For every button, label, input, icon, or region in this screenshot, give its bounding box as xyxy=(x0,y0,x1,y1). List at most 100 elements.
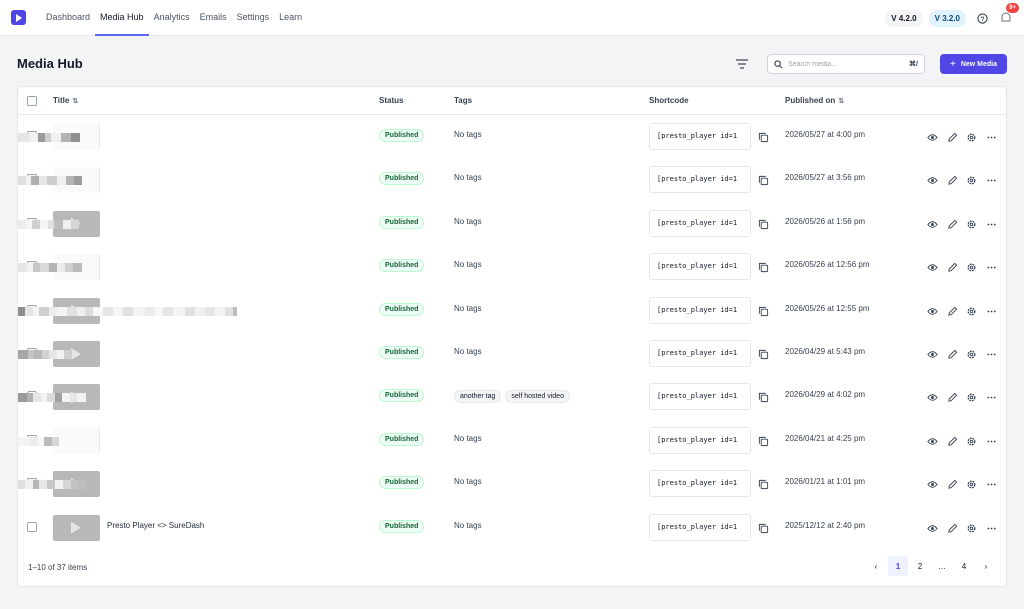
more-icon[interactable] xyxy=(986,305,997,316)
table-row[interactable]: Published No tags [presto_player id=1 2026/… xyxy=(18,115,1006,158)
media-thumbnail[interactable] xyxy=(53,427,100,454)
shortcode-field[interactable]: [presto_player id=1 xyxy=(649,123,751,150)
pencil-icon[interactable] xyxy=(947,522,958,533)
more-icon[interactable] xyxy=(986,435,997,446)
column-title[interactable]: Title ⇅ xyxy=(53,87,78,115)
table-row[interactable]: Published No tags [presto_player id=1 2026/… xyxy=(18,245,1006,288)
shortcode-field[interactable]: [presto_player id=1 xyxy=(649,426,751,454)
eye-icon[interactable] xyxy=(927,478,938,489)
shortcode-field[interactable]: [presto_player id=1 xyxy=(649,253,751,281)
pencil-icon[interactable] xyxy=(947,435,958,446)
pencil-icon[interactable] xyxy=(947,391,958,403)
more-icon[interactable] xyxy=(986,478,997,489)
media-title-redacted[interactable] xyxy=(18,306,237,316)
media-title-redacted[interactable] xyxy=(18,176,82,186)
shortcode-field[interactable]: [presto_player id=1 xyxy=(649,209,751,237)
media-title-redacted[interactable] xyxy=(18,436,59,446)
next-page-icon[interactable]: › xyxy=(976,556,996,576)
copy-icon[interactable] xyxy=(758,174,769,186)
more-icon[interactable] xyxy=(986,261,997,272)
eye-icon[interactable] xyxy=(927,174,938,185)
pencil-icon[interactable] xyxy=(947,218,958,229)
nav-media-hub[interactable]: Media Hub xyxy=(95,0,149,36)
eye-icon[interactable] xyxy=(927,522,938,533)
filter-icon[interactable] xyxy=(735,58,749,70)
media-title-redacted[interactable] xyxy=(18,393,86,403)
copy-icon[interactable] xyxy=(758,478,769,490)
gear-icon[interactable] xyxy=(966,478,977,489)
media-thumbnail[interactable] xyxy=(53,514,100,541)
sort-icon[interactable]: ⇅ xyxy=(838,98,844,105)
notifications-icon[interactable]: 9+ xyxy=(998,3,1019,26)
sort-icon[interactable]: ⇅ xyxy=(72,98,78,105)
shortcode-field[interactable]: [presto_player id=1 xyxy=(649,383,751,411)
row-checkbox[interactable] xyxy=(27,521,37,532)
copy-icon[interactable] xyxy=(758,391,769,403)
new-media-button[interactable]: + New Media xyxy=(940,54,1007,74)
search-box[interactable]: ⌘/ xyxy=(767,54,925,74)
table-row[interactable]: Published No tags [presto_player id=1 2026/… xyxy=(18,332,1006,375)
table-row[interactable]: Published another tag self hosted video [pr… xyxy=(18,375,1006,418)
pencil-icon[interactable] xyxy=(947,261,958,272)
nav-dashboard[interactable]: Dashboard xyxy=(41,0,95,36)
nav-settings[interactable]: Settings xyxy=(232,0,275,36)
nav-analytics[interactable]: Analytics xyxy=(149,0,195,36)
gear-icon[interactable] xyxy=(966,174,977,185)
more-icon[interactable] xyxy=(986,218,997,229)
more-icon[interactable] xyxy=(986,391,997,402)
media-title-redacted[interactable] xyxy=(18,219,79,229)
shortcode-field[interactable]: [presto_player id=1 xyxy=(649,166,751,194)
pencil-icon[interactable] xyxy=(947,348,958,359)
nav-emails[interactable]: Emails xyxy=(195,0,232,36)
tag-chip[interactable]: self hosted video xyxy=(505,390,570,404)
table-row[interactable]: Published No tags [presto_player id=1 2026/… xyxy=(18,419,1006,462)
gear-icon[interactable] xyxy=(966,218,977,229)
media-title-redacted[interactable] xyxy=(18,350,72,359)
shortcode-field[interactable]: [presto_player id=1 xyxy=(649,513,751,541)
gear-icon[interactable] xyxy=(966,391,977,402)
help-icon[interactable]: ? xyxy=(974,10,990,26)
eye-icon[interactable] xyxy=(927,131,938,142)
search-input[interactable] xyxy=(788,60,910,68)
tag-chip[interactable]: another tag xyxy=(454,390,502,404)
table-row[interactable]: Published No tags [presto_player id=1 2026/… xyxy=(18,462,1006,505)
eye-icon[interactable] xyxy=(927,305,938,316)
table-row[interactable]: Published No tags [presto_player id=1 2026/… xyxy=(18,202,1006,245)
eye-icon[interactable] xyxy=(927,218,938,229)
pencil-icon[interactable] xyxy=(947,174,958,186)
gear-icon[interactable] xyxy=(966,305,977,316)
shortcode-field[interactable]: [presto_player id=1 xyxy=(649,340,751,367)
copy-icon[interactable] xyxy=(758,261,769,273)
select-all-checkbox[interactable] xyxy=(27,96,37,106)
nav-learn[interactable]: Learn xyxy=(274,0,307,36)
table-row[interactable]: Published No tags [presto_player id=1 2026/… xyxy=(18,158,1006,201)
page-button[interactable]: 1 xyxy=(888,556,908,576)
eye-icon[interactable] xyxy=(927,348,938,359)
eye-icon[interactable] xyxy=(927,261,938,272)
media-title-redacted[interactable] xyxy=(18,263,82,273)
copy-icon[interactable] xyxy=(758,435,769,446)
pencil-icon[interactable] xyxy=(947,478,958,489)
page-button[interactable]: 4 xyxy=(954,556,974,576)
gear-icon[interactable] xyxy=(966,131,977,142)
page-button[interactable]: 2 xyxy=(910,556,930,576)
more-icon[interactable] xyxy=(986,131,997,142)
more-icon[interactable] xyxy=(986,348,997,359)
pencil-icon[interactable] xyxy=(947,305,958,316)
presto-logo-icon[interactable] xyxy=(11,10,26,25)
copy-icon[interactable] xyxy=(758,348,769,360)
eye-icon[interactable] xyxy=(927,391,938,402)
table-row[interactable]: Presto Player <> SureDash Published No tag… xyxy=(18,506,1006,549)
gear-icon[interactable] xyxy=(966,522,977,533)
prev-page-icon[interactable]: ‹ xyxy=(866,556,886,576)
more-icon[interactable] xyxy=(986,174,997,185)
shortcode-field[interactable]: [presto_player id=1 xyxy=(649,296,751,324)
gear-icon[interactable] xyxy=(966,348,977,359)
gear-icon[interactable] xyxy=(966,261,977,272)
eye-icon[interactable] xyxy=(927,435,938,446)
copy-icon[interactable] xyxy=(758,131,769,143)
media-title-redacted[interactable] xyxy=(18,480,87,490)
shortcode-field[interactable]: [presto_player id=1 xyxy=(649,470,751,498)
more-icon[interactable] xyxy=(986,522,997,533)
media-title-redacted[interactable] xyxy=(18,133,80,142)
